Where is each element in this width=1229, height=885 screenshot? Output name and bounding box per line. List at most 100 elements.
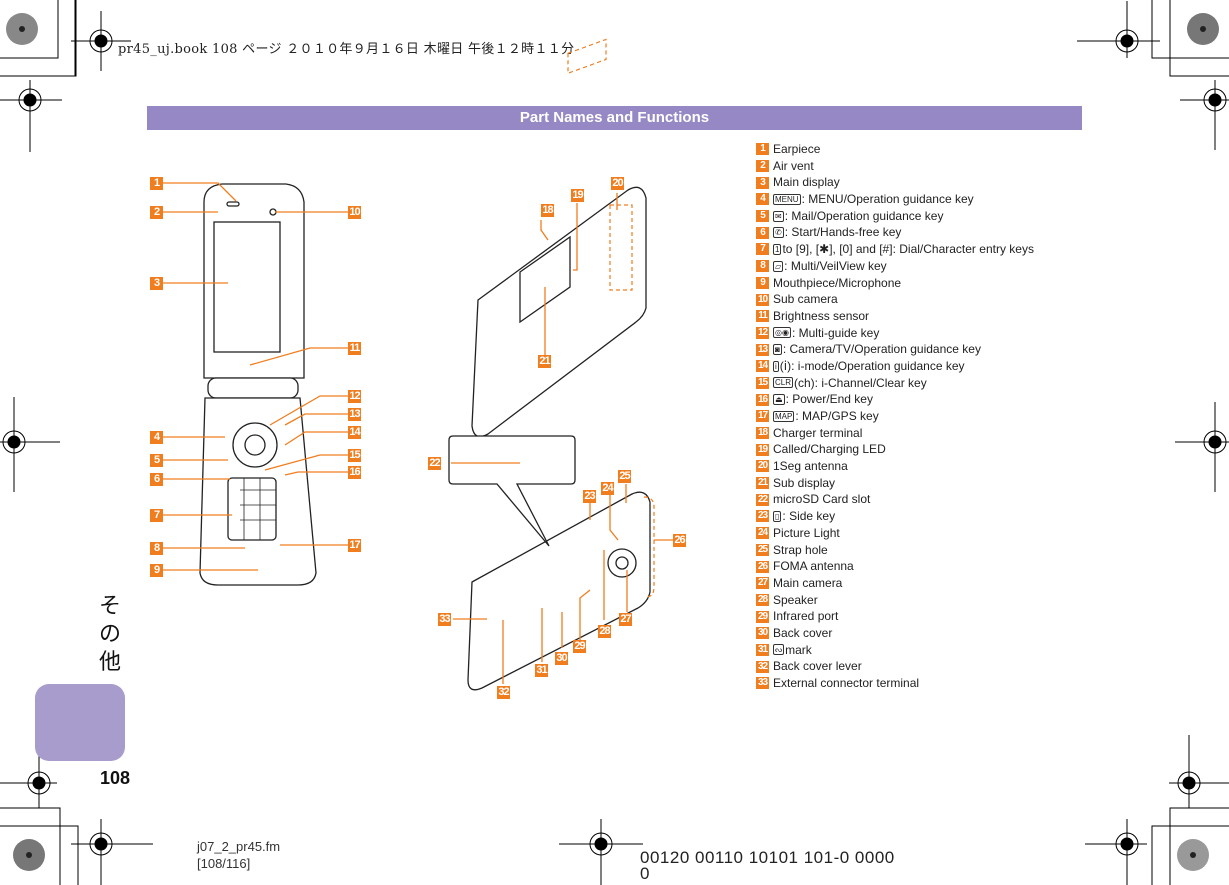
callout-24: 24	[601, 482, 614, 495]
side-tab-char: そ	[98, 594, 121, 619]
legend-item: 11 Brightness sensor	[756, 308, 1034, 325]
callout-3: 3	[150, 277, 163, 290]
legend-item: 32 Back cover lever	[756, 658, 1034, 675]
legend-label: to [9], [✱], [0] and [#]: Dial/Character…	[782, 242, 1034, 257]
legend-number-badge: 13	[756, 343, 769, 356]
callout-30: 30	[555, 652, 568, 665]
legend-label: : Multi/VeilView key	[784, 258, 887, 273]
legend-label: Picture Light	[773, 525, 840, 540]
callout-21: 21	[538, 355, 551, 368]
callout-26: 26	[673, 534, 686, 547]
legend-item: 15 CLR (ch): i-Channel/Clear key	[756, 375, 1034, 392]
legend-number-badge: 30	[756, 627, 769, 640]
callout-15: 15	[348, 449, 361, 462]
key-icon: CLR	[773, 377, 794, 389]
legend-label: : MAP/GPS key	[795, 409, 879, 423]
legend-number-badge: 27	[756, 577, 769, 590]
callout-18: 18	[541, 204, 554, 217]
key-icon: ᔓ	[773, 644, 785, 656]
callout-19: 19	[571, 189, 584, 202]
legend-item: 29 Infrared port	[756, 608, 1034, 625]
legend-label: Infrared port	[773, 609, 839, 624]
footer-page-ref: [108/116]	[197, 856, 251, 871]
key-icon: ✆	[773, 227, 784, 239]
footer-file-info: j07_2_pr45.fm [108/116]	[197, 838, 280, 872]
footer-code-line2: 0	[640, 864, 650, 883]
legend-label: Speaker	[773, 592, 818, 607]
callout-1: 1	[150, 177, 163, 190]
legend-item: 12 ◎◉: Multi-guide key	[756, 325, 1034, 342]
legend-number-badge: 25	[756, 543, 769, 556]
legend-label: : Power/End key	[785, 392, 873, 407]
legend-item: 14 i (ⅰ): i-mode/Operation guidance key	[756, 358, 1034, 375]
legend-number-badge: 5	[756, 210, 769, 223]
callout-6: 6	[150, 473, 163, 486]
key-icon: MENU	[773, 193, 801, 205]
legend-number-badge: 21	[756, 477, 769, 490]
callout-28: 28	[598, 625, 611, 638]
callout-31: 31	[535, 664, 548, 677]
callout-14: 14	[348, 426, 361, 439]
legend-label: Back cover lever	[773, 659, 862, 674]
callout-5: 5	[150, 454, 163, 467]
callout-9: 9	[150, 564, 163, 577]
side-tab-char: の	[98, 622, 121, 647]
legend-number-badge: 28	[756, 593, 769, 606]
legend-item: 31 ᔓ mark	[756, 642, 1034, 659]
legend-label: 1Seg antenna	[773, 459, 848, 474]
side-thumb-tab	[35, 684, 125, 761]
legend-label: Brightness sensor	[773, 308, 870, 323]
legend-label: mark	[785, 642, 812, 657]
callout-17: 17	[348, 539, 361, 552]
legend-item: 6 ✆: Start/Hands-free key	[756, 224, 1034, 241]
legend-item: 28 Speaker	[756, 592, 1034, 609]
legend-label: : Camera/TV/Operation guidance key	[782, 342, 981, 357]
legend-label: Earpiece	[773, 142, 821, 156]
legend-label: Main camera	[773, 575, 843, 590]
legend-number-badge: 9	[756, 276, 769, 289]
callout-16: 16	[348, 466, 361, 479]
legend-item: 30 Back cover	[756, 625, 1034, 642]
callout-7: 7	[150, 509, 163, 522]
legend-label: : Multi-guide key	[791, 325, 880, 340]
legend-item: 17 MAP: MAP/GPS key	[756, 408, 1034, 425]
legend-number-badge: 16	[756, 393, 769, 406]
side-tab-text: そ の 他	[95, 593, 125, 677]
legend-number-badge: 29	[756, 610, 769, 623]
footer-code-line1: 00120 00110 10101 101-0 0000	[640, 848, 895, 867]
legend-number-badge: 23	[756, 510, 769, 523]
callout-27: 27	[619, 613, 632, 626]
legend-number-badge: 12	[756, 326, 769, 339]
legend-item: 2 Air vent	[756, 158, 1034, 175]
legend-number-badge: 19	[756, 443, 769, 456]
callout-32: 32	[497, 686, 510, 699]
callout-2: 2	[150, 206, 163, 219]
legend-item: 20 1Seg antenna	[756, 458, 1034, 475]
callout-25: 25	[618, 470, 631, 483]
side-tab-char: 他	[98, 650, 121, 675]
legend-number-badge: 33	[756, 677, 769, 690]
legend-item: 71 to [9], [✱], [0] and [#]: Dial/Charac…	[756, 241, 1034, 258]
legend-item: 27 Main camera	[756, 575, 1034, 592]
legend-item: 13 ◙: Camera/TV/Operation guidance key	[756, 341, 1034, 358]
legend-number-badge: 24	[756, 527, 769, 540]
legend-number-badge: 8	[756, 260, 769, 273]
legend-item: 1 Earpiece	[756, 141, 1034, 158]
legend-label: : MENU/Operation guidance key	[801, 192, 974, 207]
legend-item: 33 External connector terminal	[756, 675, 1034, 692]
callout-13: 13	[348, 408, 361, 421]
callout-4: 4	[150, 431, 163, 444]
callout-20: 20	[611, 177, 624, 190]
legend-number-badge: 6	[756, 226, 769, 239]
key-icon: ◎◉	[773, 327, 791, 339]
callout-lines	[162, 182, 673, 684]
legend-number-badge: 11	[756, 310, 769, 323]
key-icon: ▯	[773, 510, 782, 522]
key-icon: ✉	[773, 210, 784, 222]
legend-number-badge: 1	[756, 143, 769, 156]
legend-item: 9 Mouthpiece/Microphone	[756, 275, 1034, 292]
callout-10: 10	[348, 206, 361, 219]
legend-label: Mouthpiece/Microphone	[773, 275, 902, 290]
legend-item: 23 ▯: Side key	[756, 508, 1034, 525]
footer-filename: j07_2_pr45.fm	[197, 839, 281, 854]
